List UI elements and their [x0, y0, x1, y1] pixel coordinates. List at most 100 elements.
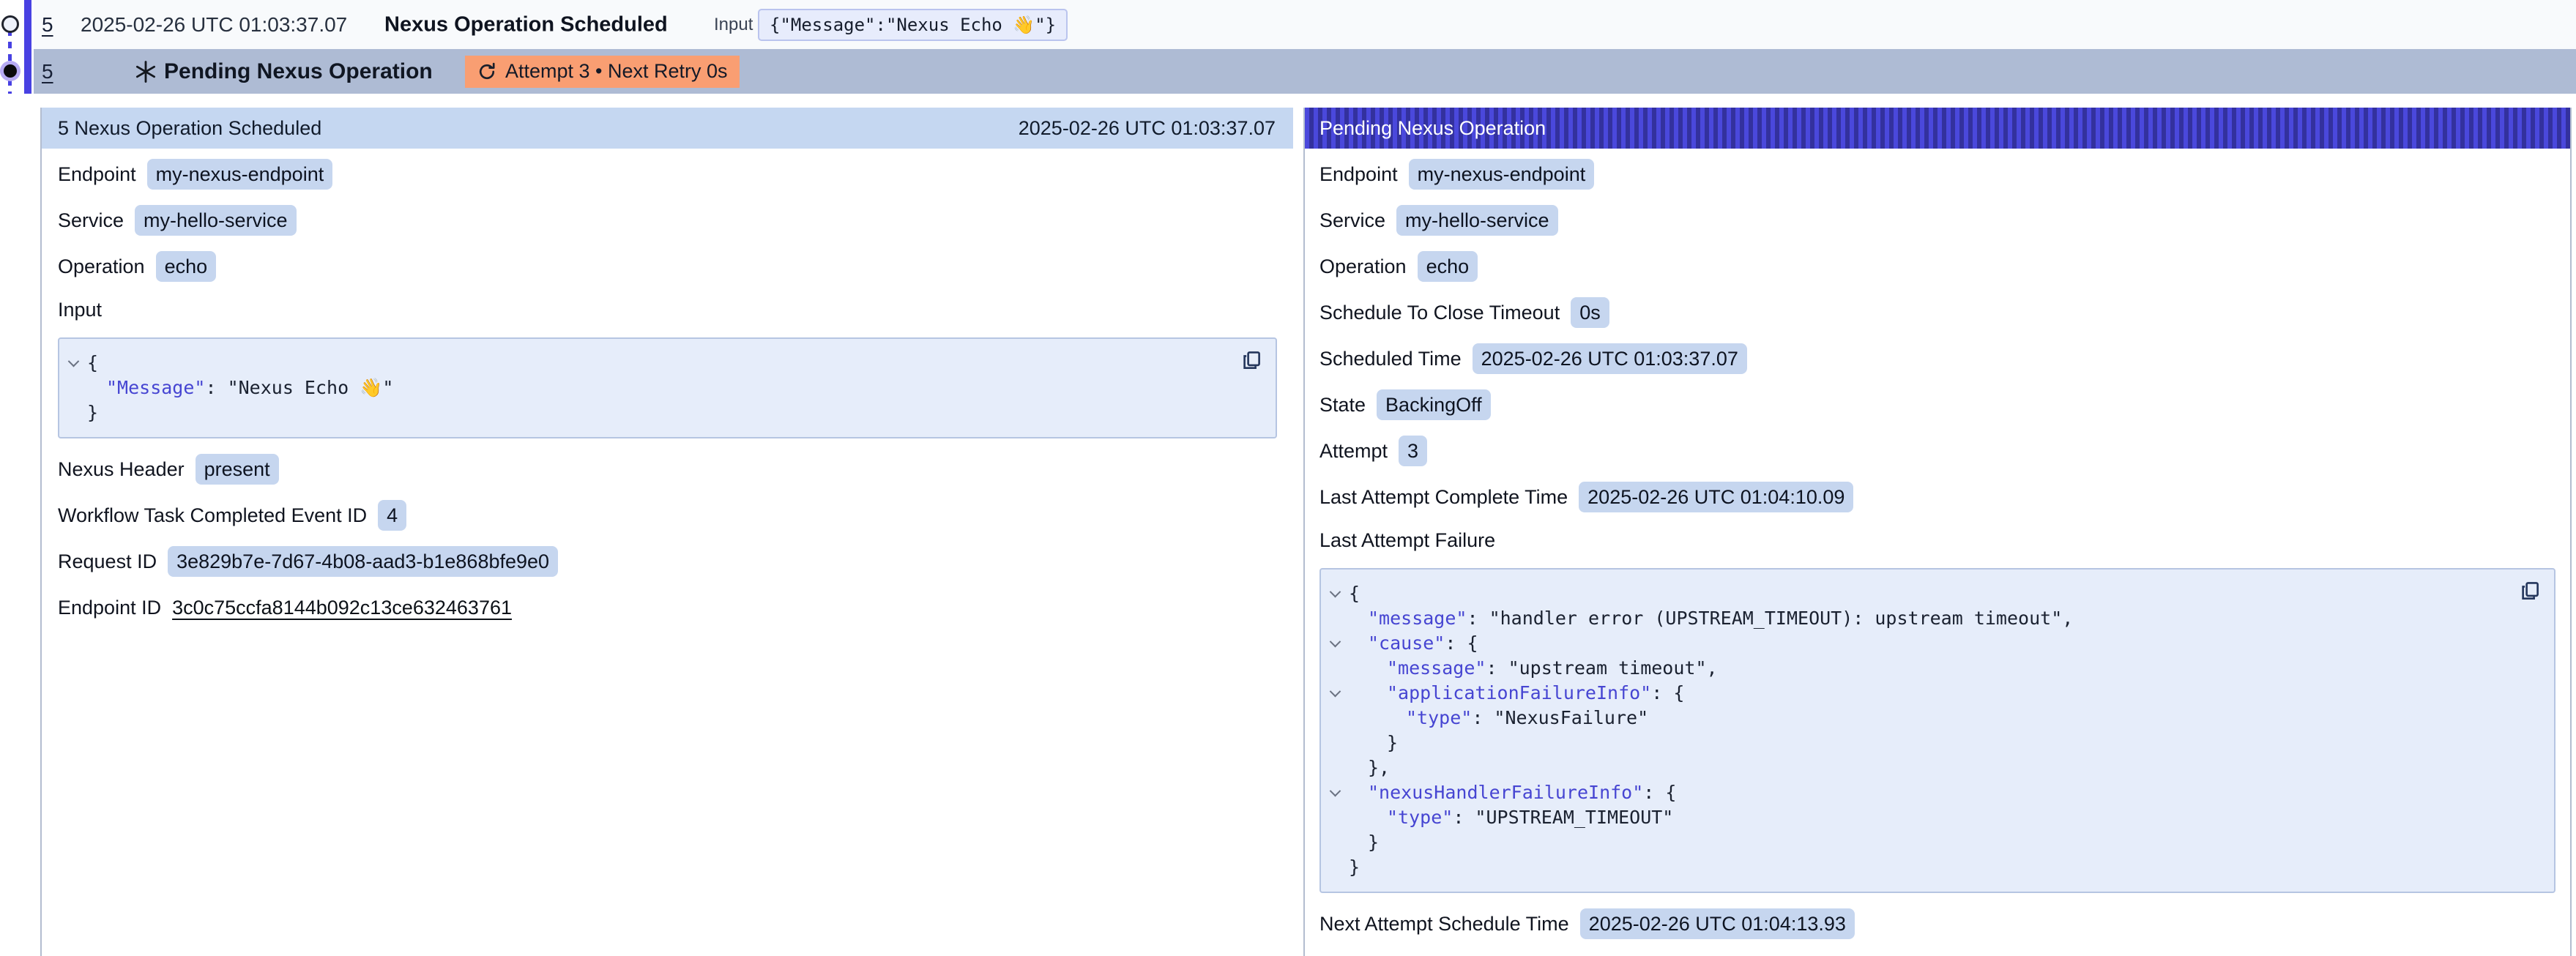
json-line-gutter — [1321, 731, 1349, 755]
json-text: : — [1486, 657, 1508, 679]
state-label: State — [1319, 394, 1366, 417]
timeline-filled-circle[interactable] — [4, 64, 17, 78]
endpoint-value-badge: my-nexus-endpoint — [1409, 159, 1595, 190]
field-row-attempt: Attempt3 — [1319, 436, 2555, 466]
chevron-down-icon[interactable] — [1329, 586, 1341, 597]
schedule-to-close-timeout-label: Schedule To Close Timeout — [1319, 302, 1560, 324]
pending-operation-header[interactable]: Pending Nexus Operation — [1305, 108, 2570, 149]
json-text: } — [1368, 832, 1379, 853]
endpoint-value-badge: my-nexus-endpoint — [147, 159, 333, 190]
event-row-scheduled[interactable]: 5 2025-02-26 UTC 01:03:37.07 Nexus Opera… — [34, 0, 2576, 49]
retry-label: Attempt 3 • Next Retry 0s — [505, 60, 728, 83]
nexus-header-value-badge: present — [196, 454, 279, 485]
scheduled-time-value-badge: 2025-02-26 UTC 01:03:37.07 — [1473, 343, 1747, 374]
field-row-schedule-to-close-timeout: Schedule To Close Timeout 0s — [1319, 297, 2555, 328]
json-key: "type" — [1406, 707, 1472, 728]
event-detail-panels: 5 Nexus Operation Scheduled 2025-02-26 U… — [0, 108, 2576, 956]
event-history-view: 5 2025-02-26 UTC 01:03:37.07 Nexus Opera… — [0, 0, 2576, 956]
json-text: : — [205, 377, 227, 398]
next-attempt-schedule-time-label: Next Attempt Schedule Time — [1319, 913, 1569, 936]
json-line: "message": "handler error (UPSTREAM_TIME… — [1321, 606, 2510, 631]
pending-operation-panel: Pending Nexus Operation Endpoint my-nexus… — [1303, 108, 2572, 956]
json-line: "applicationFailureInfo": { — [1321, 681, 2510, 706]
field-row-next-attempt-schedule-time: Next Attempt Schedule Time 2025-02-26 UTC… — [1319, 908, 2555, 939]
json-text: { — [1349, 583, 1360, 604]
field-row-request-id: Request ID3e829b7e-7d67-4b08-aad3-b1e868… — [58, 546, 1277, 577]
event-id-link[interactable]: 5 — [42, 13, 53, 37]
copy-button[interactable] — [1239, 348, 1264, 373]
json-line-gutter — [1321, 581, 1349, 606]
json-text: "Nexus Echo 👋" — [228, 377, 394, 398]
next-attempt-schedule-time-value-badge: 2025-02-26 UTC 01:04:13.93 — [1580, 908, 1855, 939]
json-line: } — [1321, 855, 2510, 880]
operation-label: Operation — [1319, 255, 1407, 278]
json-line-gutter — [1321, 656, 1349, 681]
schedule-to-close-timeout-value-badge: 0s — [1571, 297, 1609, 328]
active-event-accent-bar — [24, 0, 31, 94]
event-id-link[interactable]: 5 — [42, 60, 53, 83]
request-id-value-badge: 3e829b7e-7d67-4b08-aad3-b1e868bfe9e0 — [168, 546, 558, 577]
json-line: }, — [1321, 755, 2510, 780]
chevron-down-icon[interactable] — [1329, 685, 1341, 697]
last-attempt-complete-time-label: Last Attempt Complete Time — [1319, 486, 1568, 509]
field-row-state: StateBackingOff — [1319, 389, 2555, 420]
json-line-gutter — [59, 376, 87, 400]
workflow-task-completed-event-id-label: Workflow Task Completed Event ID — [58, 504, 367, 527]
input-preview-chip[interactable]: {"Message":"Nexus Echo 👋"} — [758, 9, 1068, 41]
json-line: } — [1321, 830, 2510, 855]
event-detail-header-title: 5 Nexus Operation Scheduled — [58, 117, 321, 140]
copy-icon — [1240, 349, 1262, 371]
json-text: : { — [1651, 682, 1684, 703]
chevron-down-icon[interactable] — [1329, 635, 1341, 647]
json-key: "nexusHandlerFailureInfo" — [1368, 782, 1643, 803]
json-text: "handler error (UPSTREAM_TIMEOUT): upstr… — [1489, 608, 2074, 629]
json-key: "message" — [1387, 657, 1486, 679]
refresh-icon — [477, 61, 497, 82]
json-line-gutter — [1321, 805, 1349, 830]
copy-icon — [2519, 580, 2541, 602]
input-label: Input — [714, 15, 753, 35]
endpoint-id-link[interactable]: 3c0c75ccfa8144b092c13ce632463761 — [172, 597, 512, 619]
operation-value-badge: echo — [1418, 251, 1478, 282]
json-line: "message": "upstream timeout", — [1321, 656, 2510, 681]
json-line: "type": "UPSTREAM_TIMEOUT" — [1321, 805, 2510, 830]
chevron-down-icon[interactable] — [1329, 785, 1341, 796]
field-row-service: Servicemy-hello-service — [1319, 205, 2555, 236]
copy-button[interactable] — [2517, 578, 2542, 603]
asterisk-icon — [133, 59, 158, 84]
pending-operation-header-title: Pending Nexus Operation — [1319, 117, 1546, 140]
json-line-gutter — [1321, 855, 1349, 880]
timeline-open-circle[interactable] — [1, 15, 19, 33]
service-value-badge: my-hello-service — [1396, 205, 1558, 236]
workflow-task-completed-event-id-value-badge: 4 — [378, 500, 406, 531]
pending-operation-title: Pending Nexus Operation — [164, 59, 433, 84]
json-text: } — [1349, 856, 1360, 878]
json-text: : — [1453, 807, 1475, 828]
json-text: "upstream timeout", — [1508, 657, 1718, 679]
json-text: "UPSTREAM_TIMEOUT" — [1475, 807, 1673, 828]
event-detail-header[interactable]: 5 Nexus Operation Scheduled 2025-02-26 U… — [42, 108, 1293, 149]
field-row-scheduled-time: Scheduled Time 2025-02-26 UTC 01:03:37.07 — [1319, 343, 2555, 374]
json-line: { — [1321, 581, 2510, 606]
json-text: : { — [1643, 782, 1676, 803]
retry-badge: Attempt 3 • Next Retry 0s — [465, 56, 740, 88]
event-row-pending[interactable]: 5 Pending Nexus Operation Attempt 3 • Ne… — [34, 49, 2576, 94]
json-text: : — [1472, 707, 1494, 728]
json-key: "applicationFailureInfo" — [1387, 682, 1651, 703]
chevron-down-icon[interactable] — [67, 355, 79, 367]
json-text: "NexusFailure" — [1494, 707, 1648, 728]
json-key: "message" — [1368, 608, 1467, 629]
scheduled-time-label: Scheduled Time — [1319, 348, 1462, 370]
service-label: Service — [58, 209, 124, 232]
field-row-last-attempt-complete-time: Last Attempt Complete Time 2025-02-26 UTC… — [1319, 482, 2555, 512]
json-text: : — [1467, 608, 1489, 629]
json-line-gutter — [1321, 631, 1349, 656]
json-line-gutter — [1321, 706, 1349, 731]
last-attempt-complete-time-value-badge: 2025-02-26 UTC 01:04:10.09 — [1579, 482, 1853, 512]
json-line-gutter — [1321, 606, 1349, 631]
json-line-gutter — [59, 351, 87, 376]
json-line: } — [1321, 731, 2510, 755]
endpoint-label: Endpoint — [1319, 163, 1398, 186]
operation-value-badge: echo — [156, 251, 217, 282]
field-row-nexus-header: Nexus Headerpresent — [58, 454, 1277, 485]
